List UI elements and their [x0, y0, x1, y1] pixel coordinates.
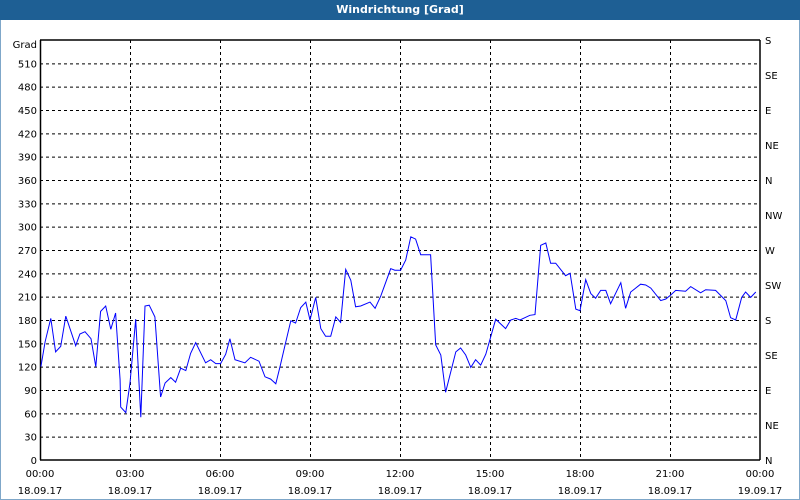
- y-tick-label: 150: [18, 339, 37, 350]
- compass-tick-label: SE: [765, 351, 778, 362]
- x-tick-date: 18.09.17: [468, 486, 513, 497]
- x-tick-time: 12:00: [386, 469, 415, 480]
- y-tick-label: 120: [18, 363, 37, 374]
- wind-direction-chart: 0 30 60 90 120 150 180 210 240 270 300 330 360 390 420…: [13, 36, 783, 497]
- x-tick-date: 18.09.17: [288, 486, 333, 497]
- y-tick-label: 270: [18, 246, 37, 257]
- y-tick-label: 510: [18, 59, 37, 70]
- x-tick-time: 06:00: [206, 469, 235, 480]
- y-axis-label: Grad: [13, 40, 37, 51]
- x-tick-date: 18.09.17: [198, 486, 243, 497]
- y-tick-label: 450: [18, 106, 37, 117]
- compass-tick-label: NW: [765, 211, 782, 222]
- y-tick-label: 240: [18, 269, 37, 280]
- x-tick-date: 18.09.17: [648, 486, 693, 497]
- y-tick-label: 60: [24, 409, 37, 420]
- y-tick-label: 90: [24, 386, 37, 397]
- compass-tick-label: SE: [765, 71, 778, 82]
- x-tick-date: 18.09.17: [18, 486, 63, 497]
- compass-tick-label: N: [765, 456, 772, 467]
- y-tick-label: 330: [18, 199, 37, 210]
- x-tick-time: 18:00: [566, 469, 595, 480]
- y-tick-label: 390: [18, 153, 37, 164]
- y-tick-label: 210: [18, 293, 37, 304]
- y-tick-label: 30: [24, 433, 37, 444]
- x-tick-date: 18.09.17: [558, 486, 603, 497]
- x-tick-date: 19.09.17: [738, 486, 783, 497]
- compass-tick-label: SW: [765, 281, 781, 292]
- compass-tick-label: S: [765, 36, 771, 47]
- x-tick-time: 09:00: [296, 469, 325, 480]
- compass-tick-label: NE: [765, 141, 779, 152]
- y-tick-label: 420: [18, 129, 37, 140]
- compass-tick-label: W: [765, 246, 775, 257]
- compass-tick-label: N: [765, 176, 772, 187]
- y-tick-label: 300: [18, 223, 37, 234]
- x-tick-date: 18.09.17: [108, 486, 153, 497]
- y-tick-label: 360: [18, 176, 37, 187]
- x-tick-time: 15:00: [476, 469, 505, 480]
- y-tick-label: 480: [18, 83, 37, 94]
- compass-tick-label: NE: [765, 421, 779, 432]
- x-tick-time: 00:00: [26, 469, 55, 480]
- compass-tick-label: S: [765, 316, 771, 327]
- x-tick-date: 18.09.17: [378, 486, 423, 497]
- x-tick-time: 21:00: [656, 469, 685, 480]
- compass-tick-label: E: [765, 386, 771, 397]
- compass-tick-label: E: [765, 106, 771, 117]
- y-tick-label: 0: [31, 456, 37, 467]
- x-tick-time: 00:00: [746, 469, 775, 480]
- x-tick-time: 03:00: [116, 469, 145, 480]
- y-tick-label: 180: [18, 316, 37, 327]
